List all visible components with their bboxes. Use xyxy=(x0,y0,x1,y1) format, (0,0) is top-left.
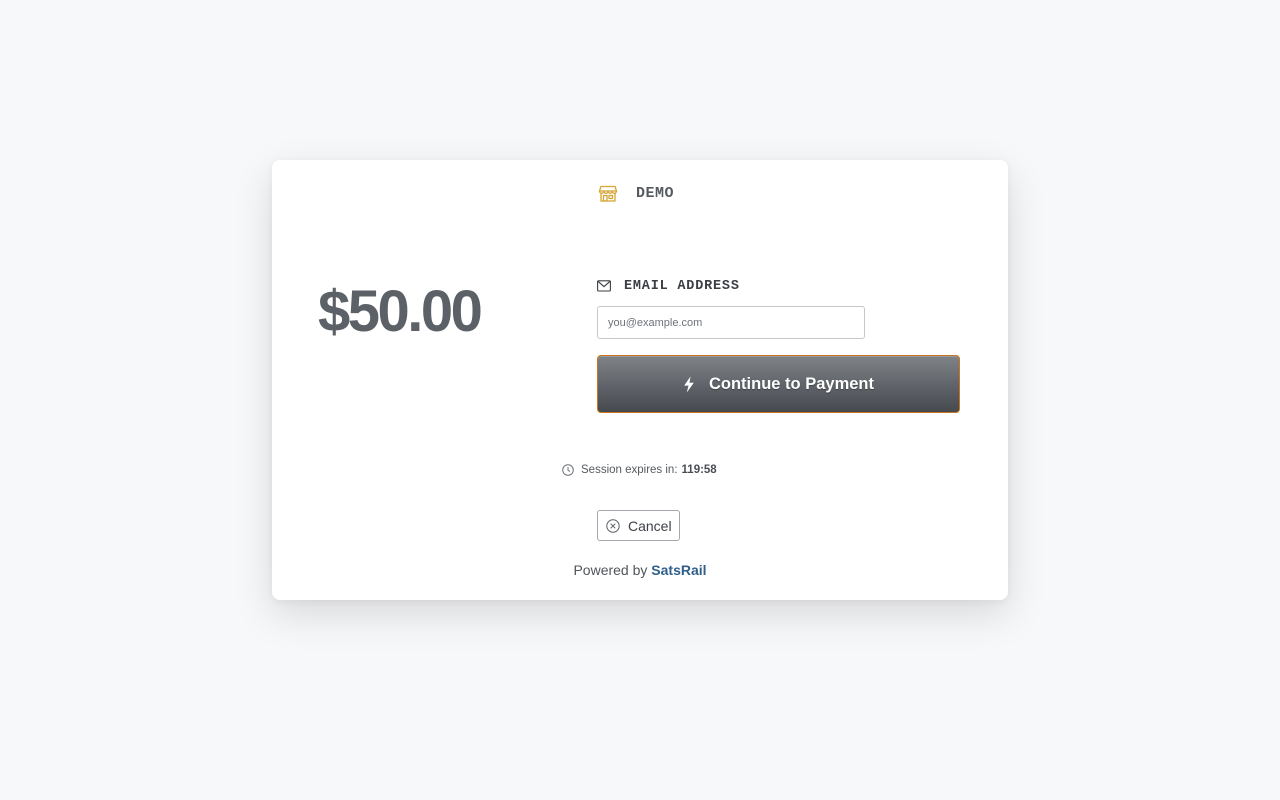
powered-by-footer: Powered by SatsRail xyxy=(272,562,1008,578)
clock-icon xyxy=(562,464,574,476)
session-time: 119:58 xyxy=(681,464,717,476)
session-label: Session expires in: xyxy=(581,464,678,476)
cancel-button[interactable]: Cancel xyxy=(597,510,680,541)
email-input[interactable] xyxy=(597,306,865,339)
close-circle-icon xyxy=(606,518,620,533)
satsrail-link[interactable]: SatsRail xyxy=(651,562,706,578)
storefront-icon xyxy=(598,185,618,202)
merchant-header: DEMO xyxy=(598,182,674,204)
email-label-text: EMAIL ADDRESS xyxy=(624,278,740,294)
continue-to-payment-label: Continue to Payment xyxy=(708,374,874,393)
continue-to-payment-button[interactable]: Continue to Payment xyxy=(597,355,960,413)
email-label: EMAIL ADDRESS xyxy=(597,277,740,295)
envelope-icon xyxy=(597,280,611,292)
lightning-icon xyxy=(684,376,694,392)
payment-amount: $50.00 xyxy=(318,279,483,344)
merchant-name: DEMO xyxy=(636,184,675,202)
cancel-label: Cancel xyxy=(628,517,672,534)
session-timer: Session expires in: 119:58 xyxy=(562,462,717,478)
powered-by-text: Powered by xyxy=(573,562,648,578)
checkout-card: DEMO $50.00 EMAIL ADDRESS Continue to Pa… xyxy=(272,160,1008,600)
